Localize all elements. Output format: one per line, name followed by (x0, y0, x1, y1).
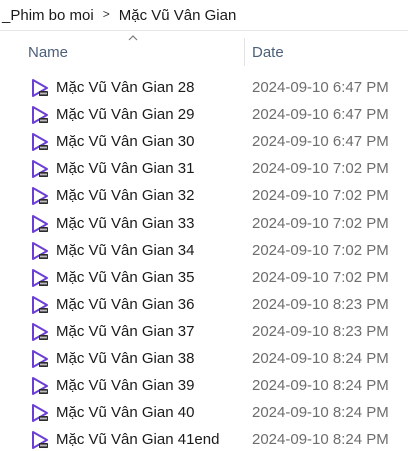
file-date: 2024-09-10 8:24 PM (252, 431, 389, 449)
video-file-icon (32, 106, 48, 125)
file-name: Mặc Vũ Vân Gian 41end (56, 431, 220, 449)
file-date: 2024-09-10 7:02 PM (252, 241, 389, 259)
file-name: Mặc Vũ Vân Gian 28 (56, 79, 195, 96)
file-date: 2024-09-10 8:23 PM (252, 295, 389, 313)
file-row[interactable]: Mặc Vũ Vân Gian 28 2024-09-10 6:47 PM (0, 74, 408, 101)
video-file-icon (32, 79, 48, 97)
file-row[interactable]: Mặc Vũ Vân Gian 41end 2024-09-10 8:24 PM (0, 426, 408, 451)
divider (0, 30, 408, 31)
file-row[interactable]: Mặc Vũ Vân Gian 31 2024-09-10 7:02 PM (0, 155, 408, 182)
video-file-icon (32, 431, 48, 450)
file-row[interactable]: Mặc Vũ Vân Gian 32 2024-09-10 7:02 PM (0, 182, 408, 209)
file-row[interactable]: Mặc Vũ Vân Gian 34 2024-09-10 7:02 PM (0, 237, 408, 264)
file-name: Mặc Vũ Vân Gian 40 (56, 404, 195, 422)
video-file-icon (32, 268, 48, 287)
file-name: Mặc Vũ Vân Gian 35 (56, 268, 195, 286)
file-date: 2024-09-10 7:02 PM (252, 160, 389, 178)
video-file-icon (32, 187, 48, 206)
video-file-icon (32, 322, 48, 341)
file-name: Mặc Vũ Vân Gian 31 (56, 160, 195, 178)
file-row[interactable]: Mặc Vũ Vân Gian 38 2024-09-10 8:24 PM (0, 345, 408, 372)
file-date: 2024-09-10 8:24 PM (252, 404, 389, 422)
file-row[interactable]: Mặc Vũ Vân Gian 39 2024-09-10 8:24 PM (0, 372, 408, 399)
file-name: Mặc Vũ Vân Gian 39 (56, 377, 195, 395)
file-row[interactable]: Mặc Vũ Vân Gian 40 2024-09-10 8:24 PM (0, 399, 408, 426)
video-file-icon (32, 377, 48, 396)
breadcrumb-item-parent[interactable]: _Phim bo moi (2, 7, 94, 24)
file-date: 2024-09-10 6:47 PM (252, 106, 389, 124)
file-row[interactable]: Mặc Vũ Vân Gian 36 2024-09-10 8:23 PM (0, 291, 408, 318)
file-row[interactable]: Mặc Vũ Vân Gian 35 2024-09-10 7:02 PM (0, 264, 408, 291)
file-date: 2024-09-10 8:24 PM (252, 377, 389, 395)
video-file-icon (32, 133, 48, 152)
file-date: 2024-09-10 7:02 PM (252, 187, 389, 205)
file-name: Mặc Vũ Vân Gian 34 (56, 241, 195, 259)
breadcrumb: _Phim bo moi > Mặc Vũ Vân Gian (0, 0, 408, 30)
file-name: Mặc Vũ Vân Gian 29 (56, 106, 195, 124)
file-date: 2024-09-10 6:47 PM (252, 133, 389, 151)
file-name: Mặc Vũ Vân Gian 37 (56, 322, 195, 340)
file-date: 2024-09-10 7:02 PM (252, 268, 389, 286)
file-name: Mặc Vũ Vân Gian 38 (56, 350, 195, 367)
file-name: Mặc Vũ Vân Gian 30 (56, 133, 195, 151)
video-file-icon (32, 350, 48, 368)
file-date: 2024-09-10 7:02 PM (252, 214, 389, 232)
file-date: 2024-09-10 8:24 PM (252, 350, 389, 367)
video-file-icon (32, 404, 48, 423)
file-row[interactable]: Mặc Vũ Vân Gian 33 2024-09-10 7:02 PM (0, 210, 408, 237)
file-explorer-window: _Phim bo moi > Mặc Vũ Vân Gian Name Date… (0, 0, 408, 451)
video-file-icon (32, 214, 48, 233)
video-file-icon (32, 295, 48, 314)
file-row[interactable]: Mặc Vũ Vân Gian 37 2024-09-10 8:23 PM (0, 318, 408, 345)
breadcrumb-separator-icon[interactable]: > (103, 7, 110, 21)
file-name: Mặc Vũ Vân Gian 33 (56, 214, 195, 232)
file-date: 2024-09-10 6:47 PM (252, 79, 389, 96)
partial-row-icon (30, 62, 50, 66)
file-name: Mặc Vũ Vân Gian 32 (56, 187, 195, 205)
breadcrumb-item-current[interactable]: Mặc Vũ Vân Gian (119, 7, 237, 24)
file-name: Mặc Vũ Vân Gian 36 (56, 295, 195, 313)
file-date: 2024-09-10 8:23 PM (252, 322, 389, 340)
file-row[interactable]: Mặc Vũ Vân Gian 29 2024-09-10 6:47 PM (0, 101, 408, 128)
video-file-icon (32, 241, 48, 260)
video-file-icon (32, 160, 48, 179)
file-row[interactable]: Mặc Vũ Vân Gian 30 2024-09-10 6:47 PM (0, 128, 408, 155)
file-list: Mặc Vũ Vân Gian 28 2024-09-10 6:47 PM Mặc … (0, 62, 408, 451)
